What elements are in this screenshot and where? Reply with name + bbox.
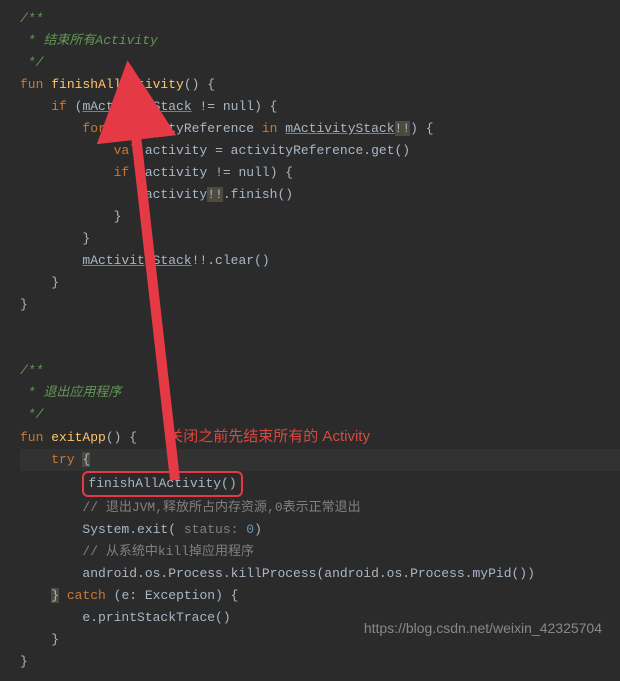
watermark: https://blog.csdn.net/weixin_42325704 [364, 617, 602, 639]
comment: */ [20, 55, 43, 70]
code-line: } [20, 294, 620, 316]
code-line: android.os.Process.killProcess(android.o… [20, 563, 620, 585]
code-line: if (activity != null) { [20, 162, 620, 184]
comment: /** [20, 11, 43, 26]
code-line: for (activityReference in mActivityStack… [20, 118, 620, 140]
annotation-label: 关闭之前先结束所有的 Activity [168, 428, 370, 445]
func-name: finishAllActivity [51, 77, 184, 92]
code-line: // 退出JVM,释放所占内存资源,0表示正常退出 [20, 497, 620, 519]
code-line: */ [20, 404, 620, 426]
code-line: fun exitApp() { 关闭之前先结束所有的 Activity [20, 426, 620, 449]
highlighted-call: finishAllActivity() [82, 471, 242, 497]
code-line: mActivityStack!!.clear() [20, 250, 620, 272]
comment: * 结束所有Activity [20, 33, 158, 48]
code-line: } catch (e: Exception) { [20, 585, 620, 607]
code-line: try { [20, 449, 620, 471]
code-line: * 退出应用程序 [20, 382, 620, 404]
code-line: /** [20, 8, 620, 30]
code-line: /** [20, 360, 620, 382]
code-line: activity!!.finish() [20, 184, 620, 206]
code-line [20, 338, 620, 360]
code-line: System.exit( status: 0) [20, 519, 620, 541]
code-line [20, 316, 620, 338]
code-line: } [20, 651, 620, 673]
code-line: // 从系统中kill掉应用程序 [20, 541, 620, 563]
keyword: fun [20, 77, 43, 92]
code-line: if (mActivityStack != null) { [20, 96, 620, 118]
code-line: } [20, 272, 620, 294]
code-line: * 结束所有Activity [20, 30, 620, 52]
code-line: } [20, 206, 620, 228]
code-line: fun finishAllActivity() { [20, 74, 620, 96]
code-line: finishAllActivity() [20, 471, 620, 497]
code-line: } [20, 228, 620, 250]
code-line: val activity = activityReference.get() [20, 140, 620, 162]
code-line: */ [20, 52, 620, 74]
code-editor[interactable]: /** * 结束所有Activity */ fun finishAllActiv… [0, 0, 620, 681]
